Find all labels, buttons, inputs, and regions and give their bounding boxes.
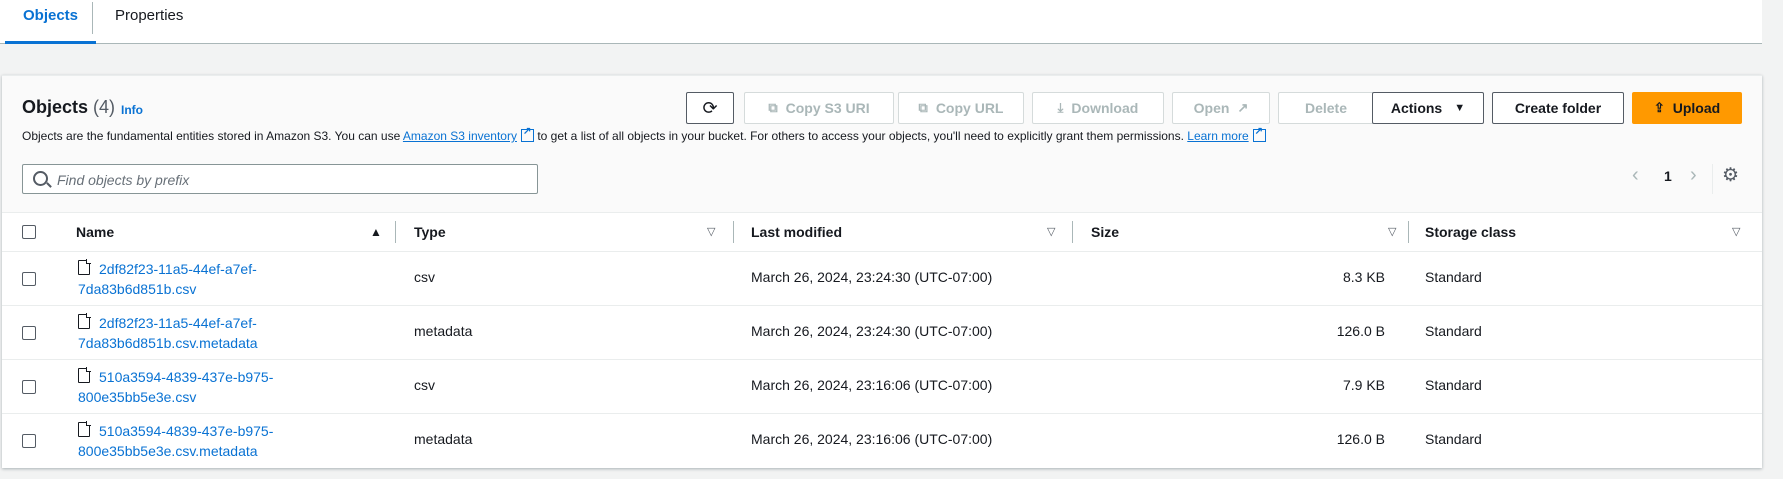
- row-checkbox[interactable]: [22, 380, 36, 394]
- external-link-icon: [1252, 126, 1266, 142]
- object-name-link[interactable]: 2df82f23-11a5-44ef-a7ef- 7da83b6d851b.csv: [78, 259, 318, 299]
- column-divider[interactable]: [733, 221, 734, 243]
- external-link-icon: ↗: [1237, 100, 1249, 115]
- table-row[interactable]: 2df82f23-11a5-44ef-a7ef- 7da83b6d851b.csv…: [2, 306, 1762, 360]
- object-name-link[interactable]: 510a3594-4839-437e-b975- 800e35bb5e3e.csv: [78, 367, 318, 407]
- row-checkbox[interactable]: [22, 272, 36, 286]
- object-size: 126.0 B: [1336, 431, 1385, 447]
- upload-button[interactable]: ⇪ Upload: [1632, 92, 1742, 124]
- delete-button[interactable]: Delete: [1278, 92, 1374, 124]
- page-number[interactable]: 1: [1664, 168, 1672, 184]
- object-type: csv: [414, 377, 435, 393]
- open-button[interactable]: Open ↗: [1172, 92, 1270, 124]
- tab-objects[interactable]: Objects: [4, 0, 97, 44]
- open-label: Open: [1193, 100, 1230, 116]
- objects-panel: Objects (4) Info ⟳ ⧉ Copy S3 URI ⧉ Copy …: [2, 75, 1762, 468]
- table-row[interactable]: 2df82f23-11a5-44ef-a7ef- 7da83b6d851b.csv…: [2, 252, 1762, 306]
- tab-bar: Objects Properties: [0, 0, 1762, 44]
- column-header-type[interactable]: Type: [414, 213, 446, 251]
- column-header-name[interactable]: Name: [76, 213, 114, 251]
- delete-label: Delete: [1304, 100, 1348, 116]
- external-link-icon: [520, 126, 534, 142]
- object-last-modified: March 26, 2024, 23:24:30 (UTC-07:00): [751, 269, 993, 285]
- actions-label: Actions: [1390, 100, 1443, 116]
- create-folder-label: Create folder: [1514, 100, 1602, 116]
- object-count: (4): [93, 97, 116, 117]
- info-link[interactable]: Info: [121, 103, 143, 117]
- objects-header: Objects (4) Info ⟳ ⧉ Copy S3 URI ⧉ Copy …: [2, 76, 1762, 213]
- download-label: Download: [1071, 100, 1139, 116]
- inventory-link[interactable]: Amazon S3 inventory: [403, 129, 517, 143]
- table-header: Name ▲ Type ▽ Last modified ▽ Size ▽ Sto…: [2, 213, 1762, 252]
- gear-icon[interactable]: ⚙: [1722, 164, 1739, 187]
- column-header-size[interactable]: Size: [1091, 213, 1119, 251]
- object-last-modified: March 26, 2024, 23:16:06 (UTC-07:00): [751, 431, 993, 447]
- select-all-checkbox[interactable]: [22, 225, 36, 239]
- download-icon: ⤓: [1057, 100, 1064, 115]
- column-divider[interactable]: [395, 221, 396, 243]
- tab-divider: [92, 2, 93, 34]
- panel-title: Objects (4): [22, 97, 115, 118]
- object-type: metadata: [414, 323, 473, 339]
- copy-url-label: Copy URL: [935, 100, 1004, 116]
- caret-down-icon: ▼: [1454, 102, 1466, 114]
- file-icon: [78, 259, 91, 275]
- actions-dropdown[interactable]: Actions ▼: [1372, 92, 1484, 124]
- copy-s3-uri-button[interactable]: ⧉ Copy S3 URI: [744, 92, 894, 124]
- object-name-link[interactable]: 510a3594-4839-437e-b975- 800e35bb5e3e.csv…: [78, 421, 318, 461]
- column-divider[interactable]: [1072, 221, 1073, 243]
- sort-ascending-icon[interactable]: ▲: [370, 213, 382, 251]
- sort-icon[interactable]: ▽: [1732, 213, 1740, 251]
- object-name-link[interactable]: 2df82f23-11a5-44ef-a7ef- 7da83b6d851b.csv…: [78, 313, 318, 353]
- prev-page-button[interactable]: ‹: [1632, 164, 1639, 187]
- search-icon: [33, 171, 48, 186]
- copy-icon: ⧉: [768, 100, 778, 115]
- object-storage-class: Standard: [1425, 269, 1482, 285]
- next-page-button[interactable]: ›: [1690, 164, 1697, 187]
- learn-more-link[interactable]: Learn more: [1187, 129, 1248, 143]
- sort-icon[interactable]: ▽: [707, 213, 715, 251]
- row-checkbox[interactable]: [22, 326, 36, 340]
- object-last-modified: March 26, 2024, 23:16:06 (UTC-07:00): [751, 377, 993, 393]
- file-icon: [78, 313, 91, 329]
- pager-divider: [1712, 164, 1713, 194]
- tab-properties[interactable]: Properties: [115, 0, 183, 43]
- create-folder-button[interactable]: Create folder: [1492, 92, 1624, 124]
- object-type: csv: [414, 269, 435, 285]
- sort-icon[interactable]: ▽: [1047, 213, 1055, 251]
- panel-title-text: Objects: [22, 97, 89, 117]
- description-text: Objects are the fundamental entities sto…: [22, 129, 401, 143]
- refresh-button[interactable]: ⟳: [686, 92, 734, 124]
- object-size: 7.9 KB: [1342, 377, 1385, 393]
- copy-url-button[interactable]: ⧉ Copy URL: [898, 92, 1024, 124]
- sort-icon[interactable]: ▽: [1388, 213, 1396, 251]
- search-input[interactable]: [55, 165, 529, 195]
- object-type: metadata: [414, 431, 473, 447]
- description-text-2: to get a list of all objects in your buc…: [537, 129, 1184, 143]
- object-storage-class: Standard: [1425, 377, 1482, 393]
- object-size: 8.3 KB: [1342, 269, 1385, 285]
- file-icon: [78, 421, 91, 437]
- upload-label: Upload: [1672, 100, 1721, 116]
- column-divider[interactable]: [1408, 221, 1409, 243]
- row-checkbox[interactable]: [22, 434, 36, 448]
- search-box: [22, 164, 538, 195]
- object-storage-class: Standard: [1425, 431, 1482, 447]
- object-storage-class: Standard: [1425, 323, 1482, 339]
- table-row[interactable]: 510a3594-4839-437e-b975- 800e35bb5e3e.csv…: [2, 414, 1762, 467]
- upload-icon: ⇪: [1653, 100, 1665, 115]
- panel-description: Objects are the fundamental entities sto…: [22, 126, 1266, 143]
- object-size: 126.0 B: [1336, 323, 1385, 339]
- column-header-storage-class[interactable]: Storage class: [1425, 213, 1516, 251]
- file-icon: [78, 367, 91, 383]
- object-last-modified: March 26, 2024, 23:24:30 (UTC-07:00): [751, 323, 993, 339]
- download-button[interactable]: ⤓ Download: [1032, 92, 1164, 124]
- copy-icon: ⧉: [918, 100, 928, 115]
- column-header-last-modified[interactable]: Last modified: [751, 213, 842, 251]
- copy-s3-uri-label: Copy S3 URI: [785, 100, 870, 116]
- refresh-icon: ⟳: [702, 97, 718, 118]
- table-row[interactable]: 510a3594-4839-437e-b975- 800e35bb5e3e.csv…: [2, 360, 1762, 414]
